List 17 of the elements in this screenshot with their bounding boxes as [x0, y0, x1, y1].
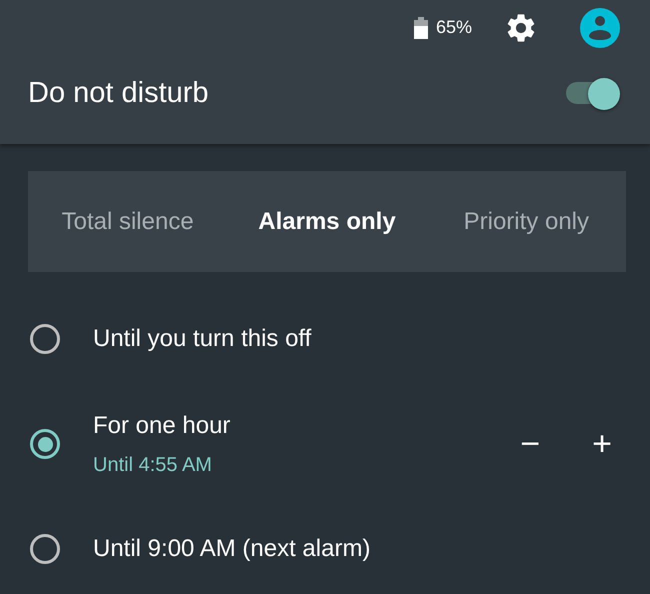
mode-option[interactable]: Alarms only [252, 204, 402, 238]
radio-button[interactable] [30, 324, 60, 354]
mode-option[interactable]: Priority only [451, 204, 602, 238]
mode-option[interactable]: Total silence [52, 204, 203, 238]
radio-button[interactable] [30, 429, 60, 459]
battery-percentage: 65% [436, 17, 472, 38]
battery-icon [414, 16, 428, 38]
increase-button[interactable]: + [584, 424, 620, 464]
panel-title: Do not disturb [28, 76, 209, 110]
radio-button[interactable] [30, 534, 60, 564]
decrease-button[interactable]: − [512, 424, 548, 464]
toggle-switch[interactable] [566, 78, 620, 108]
option-label: Until you turn this off [93, 325, 312, 353]
option-sublabel: Until 4:55 AM [93, 454, 213, 476]
option-label: For one hour [93, 412, 232, 440]
account-avatar-icon[interactable] [580, 8, 620, 48]
option-label: Until 9:00 AM (next alarm) [93, 535, 372, 563]
